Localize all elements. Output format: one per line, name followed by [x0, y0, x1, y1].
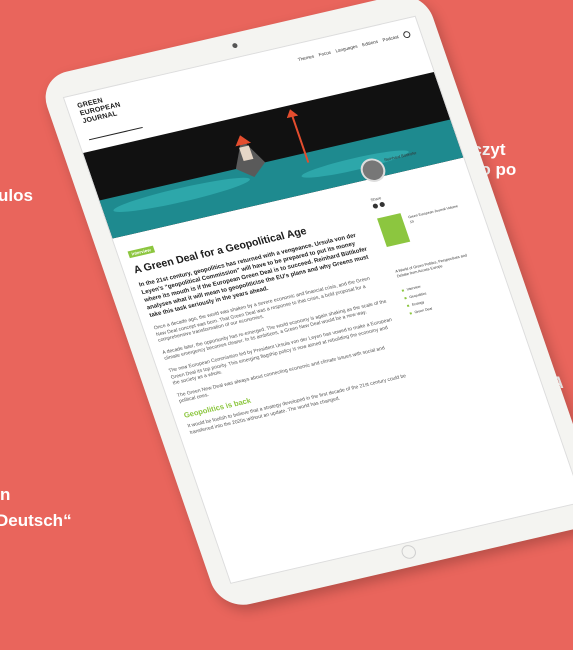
tablet-device: GREEN EUROPEAN JOURNAL Themes Focus Lang…	[37, 0, 573, 611]
home-button[interactable]	[399, 543, 418, 561]
nav-podcast[interactable]: Podcast	[382, 34, 399, 42]
bg-text-6: Deutsch“	[0, 511, 72, 530]
bg-text-5: n	[0, 485, 11, 504]
search-icon[interactable]	[402, 30, 412, 39]
sidebar-links: Interview Geopolitics Ecology Green Deal	[401, 269, 496, 315]
nav-languages[interactable]: Languages	[335, 44, 358, 54]
site-logo[interactable]: GREEN EUROPEAN JOURNAL	[76, 90, 142, 126]
facebook-icon[interactable]	[372, 203, 379, 210]
edition-caption: Green European Journal Volume 19	[407, 204, 459, 224]
edition-cover[interactable]	[377, 213, 411, 248]
nav-themes[interactable]: Themes	[297, 54, 314, 62]
article-column: Interview A Green Deal for a Geopolitica…	[125, 192, 415, 436]
tablet-screen: GREEN EUROPEAN JOURNAL Themes Focus Lang…	[62, 15, 573, 584]
logo-underline	[88, 126, 143, 141]
camera-dot	[231, 42, 239, 49]
bg-text-1: ulos	[0, 186, 33, 205]
main-nav: Themes Focus Languages Editions Podcast	[297, 30, 412, 64]
nav-focus[interactable]: Focus	[318, 50, 332, 58]
nav-editions[interactable]: Editions	[361, 39, 378, 47]
category-badge[interactable]: Interview	[127, 245, 155, 259]
hero-arrow-up-icon	[284, 108, 298, 118]
twitter-icon[interactable]	[378, 201, 386, 208]
